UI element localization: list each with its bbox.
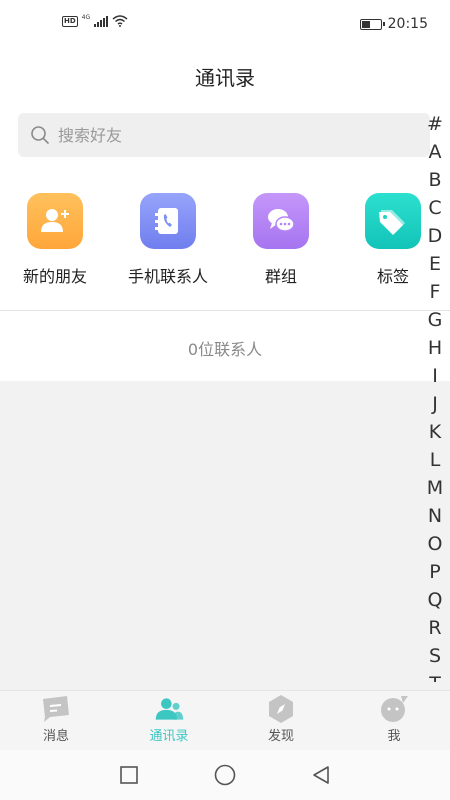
index-letter[interactable]: M — [424, 474, 446, 502]
tab-discover[interactable]: 发现 — [225, 691, 337, 751]
back-triangle-icon — [313, 766, 329, 784]
recent-apps-button[interactable] — [116, 762, 142, 788]
phone-contacts-icon — [140, 193, 196, 249]
index-letter[interactable]: J — [424, 390, 446, 418]
index-letter[interactable]: F — [424, 278, 446, 306]
tab-label: 发现 — [267, 729, 294, 744]
index-letter[interactable]: Q — [424, 586, 446, 614]
back-button[interactable] — [308, 762, 334, 788]
system-nav-bar — [0, 750, 450, 800]
tag-icon — [365, 193, 421, 249]
group-chat-icon — [253, 193, 309, 249]
hd-badge: HD — [62, 15, 78, 27]
add-friend-icon — [27, 193, 83, 249]
home-button[interactable] — [212, 762, 238, 788]
alphabet-index-bar[interactable]: #ABCDEFGHIJKLMNOPQRST — [424, 110, 446, 682]
index-letter[interactable]: B — [424, 166, 446, 194]
status-bar: HD 4G 20:15 — [0, 0, 450, 50]
search-input[interactable] — [58, 113, 418, 157]
tab-profile[interactable]: 我 — [338, 691, 450, 751]
discover-compass-icon — [266, 694, 296, 724]
contacts-header: 通讯录 新的朋友 — [0, 50, 450, 310]
battery-fill — [361, 20, 370, 28]
status-right: 20:15 — [359, 16, 428, 32]
shortcut-label: 群组 — [264, 267, 297, 286]
tab-contacts[interactable]: 通讯录 — [113, 691, 225, 751]
shortcut-label: 手机联系人 — [127, 267, 208, 286]
shortcut-groups[interactable]: 群组 — [226, 193, 336, 287]
tab-label: 通讯录 — [149, 729, 189, 744]
square-icon — [120, 766, 138, 784]
shortcut-row: 新的朋友 手机联系人 群组 标签 — [0, 193, 421, 293]
tab-label: 我 — [387, 729, 401, 744]
shortcut-phone-contacts[interactable]: 手机联系人 — [113, 193, 223, 287]
index-letter[interactable]: R — [424, 614, 446, 642]
index-letter[interactable]: E — [424, 250, 446, 278]
index-letter[interactable]: I — [424, 362, 446, 390]
index-letter[interactable]: K — [424, 418, 446, 446]
contacts-icon — [154, 694, 184, 724]
index-letter[interactable]: # — [424, 110, 446, 138]
shortcut-new-friends[interactable]: 新的朋友 — [0, 193, 110, 287]
index-letter[interactable]: D — [424, 222, 446, 250]
index-letter[interactable]: A — [424, 138, 446, 166]
status-time: 20:15 — [387, 16, 428, 32]
battery-icon — [359, 18, 385, 30]
status-indicators: HD 4G — [62, 13, 128, 27]
network-type-label: 4G — [81, 13, 91, 21]
tab-label: 消息 — [42, 729, 69, 744]
index-letter[interactable]: C — [424, 194, 446, 222]
page-title: 通讯录 — [195, 66, 255, 90]
message-icon — [41, 694, 71, 724]
index-letter[interactable]: O — [424, 530, 446, 558]
signal-icon — [94, 15, 109, 27]
shortcut-label: 新的朋友 — [22, 267, 87, 286]
index-letter[interactable]: T — [424, 670, 446, 682]
wifi-icon — [112, 15, 128, 27]
index-letter[interactable]: S — [424, 642, 446, 670]
bottom-tab-bar: 消息 通讯录 发现 我 — [0, 690, 450, 750]
index-letter[interactable]: L — [424, 446, 446, 474]
index-letter[interactable]: P — [424, 558, 446, 586]
index-letter[interactable]: H — [424, 334, 446, 362]
index-letter[interactable]: G — [424, 306, 446, 334]
contact-count: 0位联系人 — [187, 340, 263, 359]
search-box[interactable] — [18, 113, 430, 157]
index-letter[interactable]: N — [424, 502, 446, 530]
search-icon — [31, 126, 49, 144]
contact-count-row: 0位联系人 — [0, 311, 450, 381]
tab-messages[interactable]: 消息 — [0, 691, 112, 751]
profile-icon — [379, 694, 409, 724]
circle-icon — [214, 764, 236, 786]
